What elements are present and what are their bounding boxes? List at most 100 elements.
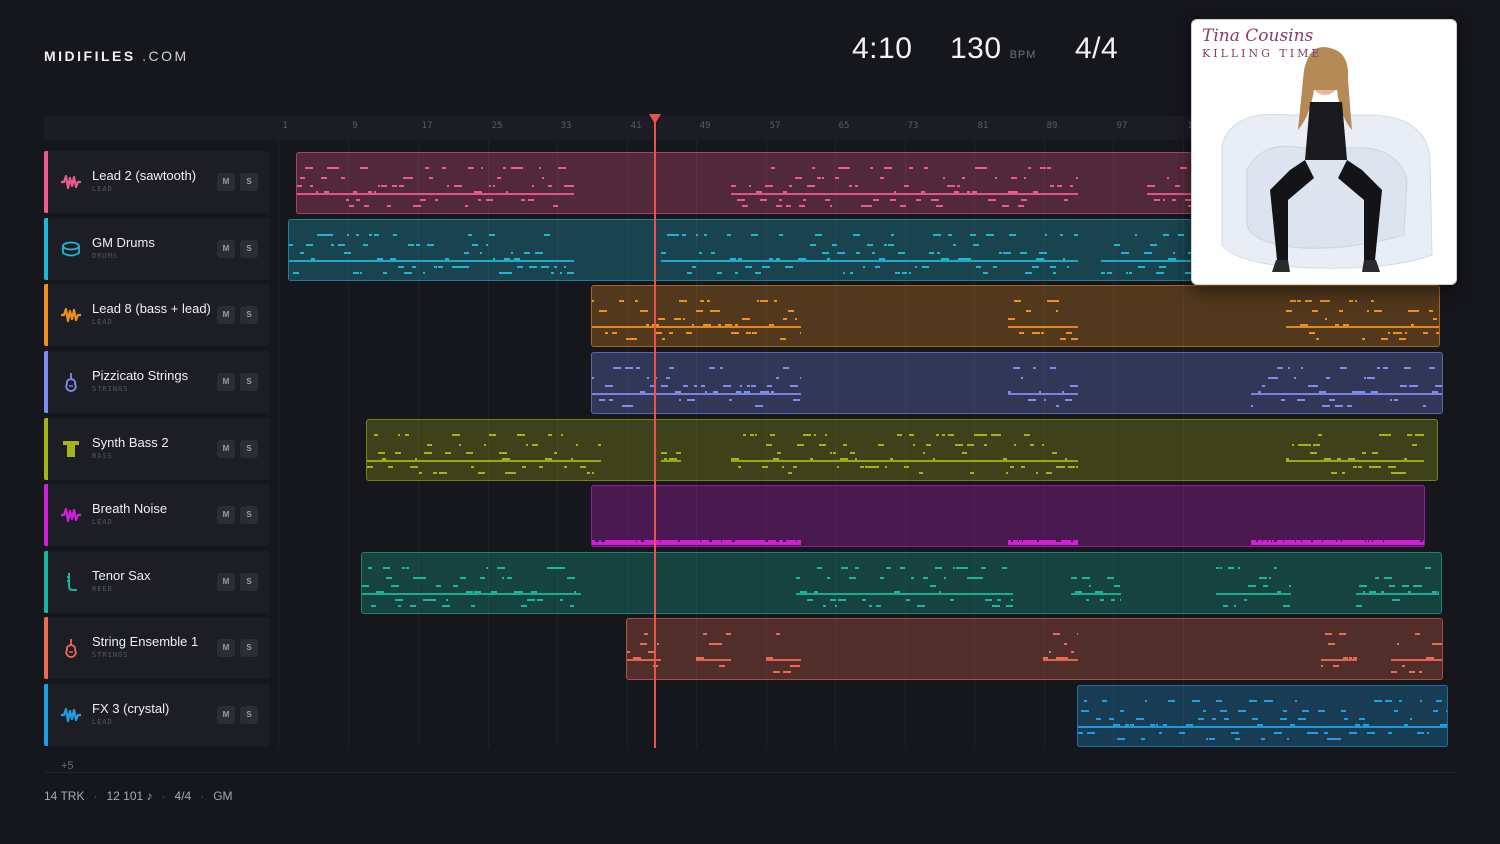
midi-note [909,434,914,436]
mute-button[interactable]: M [217,373,235,391]
midi-note [1071,577,1077,579]
midi-clip[interactable] [296,152,1192,214]
midi-note [1268,540,1271,542]
midi-note [850,452,855,454]
track-header[interactable]: Breath Noise LEAD M S [44,484,270,546]
midi-clip[interactable] [1077,685,1448,747]
midi-note [560,599,563,601]
midi-note [1377,367,1380,369]
ruler-tick: 41 [630,121,642,131]
midi-note [1081,710,1089,712]
midi-note [1391,671,1397,673]
midi-clip[interactable] [591,485,1425,547]
track-header[interactable]: Synth Bass 2 BASS M S [44,418,270,480]
midi-note [528,199,534,201]
midi-note [835,177,839,179]
midi-note [598,444,601,446]
midi-note [507,272,512,274]
midi-note [1289,585,1291,587]
solo-button[interactable]: S [240,306,258,324]
midi-note [904,185,909,187]
track-header[interactable]: Pizzicato Strings STRINGS M S [44,351,270,413]
mute-button[interactable]: M [217,573,235,591]
midi-note [865,466,872,468]
midi-note [788,472,792,474]
solo-button[interactable]: S [240,373,258,391]
midi-note [683,385,688,387]
midi-note [480,252,482,254]
solo-button[interactable]: S [240,573,258,591]
midi-note [1063,258,1065,260]
solo-button[interactable]: S [240,706,258,724]
midi-note [419,472,422,474]
solo-button[interactable]: S [240,240,258,258]
midi-note [334,167,339,169]
midi-note [553,205,558,207]
midi-note [629,338,637,340]
more-tracks-indicator[interactable]: +5 [61,760,74,772]
solo-button[interactable]: S [240,440,258,458]
mute-button[interactable]: M [217,306,235,324]
midi-note [1369,591,1376,593]
midi-note [785,266,792,268]
midi-clip[interactable] [366,419,1438,481]
midi-note [729,399,732,401]
solo-button[interactable]: S [240,639,258,657]
sustained-note [1071,593,1121,595]
midi-note [776,205,782,207]
midi-note [1432,391,1438,393]
midi-note [670,540,677,542]
midi-note [1379,434,1383,436]
midi-note [1409,385,1416,387]
midi-note [1018,205,1024,207]
midi-note [1408,591,1411,593]
midi-note [795,177,802,179]
cover-artist: Tina Cousins [1202,26,1314,46]
midi-note [786,205,791,207]
midi-note [807,185,815,187]
track-color-bar [44,284,48,346]
playhead-marker[interactable] [649,114,661,124]
midi-note [1433,710,1438,712]
midi-clip[interactable] [591,285,1440,347]
cover-album: KILLING TIME [1202,47,1323,60]
midi-note [1328,300,1330,302]
midi-note [1358,391,1365,393]
sustained-note [1008,542,1078,545]
timeline-ruler[interactable] [44,116,1194,140]
track-header[interactable]: GM Drums DRUMS M S [44,218,270,280]
mute-button[interactable]: M [217,639,235,657]
solo-button[interactable]: S [240,173,258,191]
midi-note [346,199,349,201]
midi-note [368,567,372,569]
track-name: Pizzicato Strings [92,368,189,383]
midi-note [548,434,552,436]
midi-note [1416,540,1420,542]
midi-note [822,177,824,179]
midi-note [1263,585,1268,587]
midi-note [442,605,450,607]
midi-note [727,234,731,236]
midi-clip[interactable] [288,219,1192,281]
track-header[interactable]: Lead 2 (sawtooth) LEAD M S [44,151,270,213]
midi-note [1405,332,1407,334]
mute-button[interactable]: M [217,240,235,258]
solo-button[interactable]: S [240,506,258,524]
midi-clip[interactable] [591,352,1443,414]
midi-note [305,167,313,169]
track-header[interactable]: Lead 8 (bass + lead) LEAD M S [44,284,270,346]
track-header[interactable]: FX 3 (crystal) LEAD M S [44,684,270,746]
sustained-note [696,659,731,661]
mute-button[interactable]: M [217,440,235,458]
mute-button[interactable]: M [217,173,235,191]
mute-button[interactable]: M [217,706,235,724]
midi-note [1244,710,1246,712]
midi-note [1192,700,1200,702]
midi-note [1364,377,1366,379]
track-header[interactable]: String Ensemble 1 STRINGS M S [44,617,270,679]
playhead[interactable] [654,116,656,748]
midi-clip[interactable] [361,552,1442,614]
midi-clip[interactable] [626,618,1443,680]
mute-button[interactable]: M [217,506,235,524]
track-header[interactable]: Tenor Sax REED M S [44,551,270,613]
